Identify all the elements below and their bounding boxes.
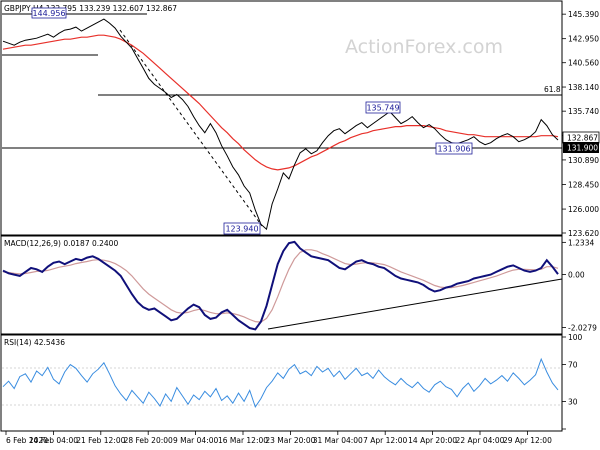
x-tick-label: 28 Feb 20:00 [124, 436, 173, 445]
annotation-support: 131.906 [437, 145, 470, 154]
price-tick-label: 138.140 [568, 83, 599, 92]
price-tick-label: 142.950 [568, 35, 599, 44]
x-tick-label: 22 Apr 04:00 [456, 436, 505, 445]
macd-title: MACD(12,26,9) 0.0187 0.2400 [4, 239, 118, 248]
price-tick-label: 145.390 [568, 10, 599, 19]
rsi-tick-label: 70 [568, 361, 578, 370]
macd-tick-label: 1.2334 [568, 238, 594, 247]
annotation-high: 144.956 [32, 9, 65, 18]
annotation-mid-high: 135.749 [366, 104, 399, 113]
macd-trendline [267, 278, 563, 330]
x-tick-label: 16 Mar 12:00 [218, 436, 268, 445]
rsi-tick-label: 100 [568, 333, 583, 342]
x-tick-label: 14 Apr 20:00 [408, 436, 457, 445]
price-axis: 145.390142.950140.560138.140135.740133.3… [562, 10, 599, 238]
x-tick-label: 21 Feb 12:00 [76, 436, 125, 445]
x-tick-label: 9 Mar 04:00 [173, 436, 219, 445]
macd-tick-label: -2.0279 [568, 324, 597, 333]
price-tick-label: 130.890 [568, 156, 599, 165]
fib-618-label: 61.8 [544, 85, 561, 94]
price-tag-support: 131.900 [567, 144, 598, 153]
macd-tick-label: 0.00 [568, 271, 585, 280]
x-tick-label: 23 Mar 20:00 [265, 436, 315, 445]
rsi-title: RSI(14) 42.5436 [4, 338, 65, 347]
price-tag-current: 132.867 [567, 134, 598, 143]
macd-panel-frame [0, 235, 563, 335]
fib-retracement-line [119, 29, 263, 227]
price-tick-label: 140.560 [568, 59, 599, 68]
price-tick-label: 128.450 [568, 180, 599, 189]
annotation-low: 123.940 [225, 225, 258, 234]
price-tick-label: 135.740 [568, 107, 599, 116]
x-tick-label: 31 Mar 04:00 [313, 436, 363, 445]
chart-stage: ActionForex.com GBPJPY,H4 132.795 133.23… [0, 0, 600, 450]
rsi-line [2, 357, 559, 409]
watermark: ActionForex.com [345, 36, 503, 58]
x-tick-label: 7 Apr 12:00 [363, 436, 407, 445]
macd-line [2, 240, 559, 331]
rsi-panel-frame [0, 334, 563, 432]
price-tick-label: 123.620 [568, 229, 599, 238]
x-tick-label: 29 Apr 12:00 [503, 436, 552, 445]
gbpjpy-chart: ActionForex.com GBPJPY,H4 132.795 133.23… [0, 0, 600, 445]
price-tick-label: 126.000 [568, 205, 599, 214]
x-axis: 6 Feb 202014 Feb 04:0021 Feb 12:0028 Feb… [5, 431, 552, 445]
rsi-tick-label: 30 [568, 397, 578, 406]
macd-axis: 1.2334 0.00 -2.0279 [562, 238, 597, 333]
price-title: GBPJPY,H4 132.795 133.239 132.607 132.86… [4, 4, 177, 13]
x-tick-label: 14 Feb 04:00 [29, 436, 78, 445]
macd-signal-line [2, 249, 559, 323]
rsi-axis: 100 70 30 [562, 333, 583, 430]
